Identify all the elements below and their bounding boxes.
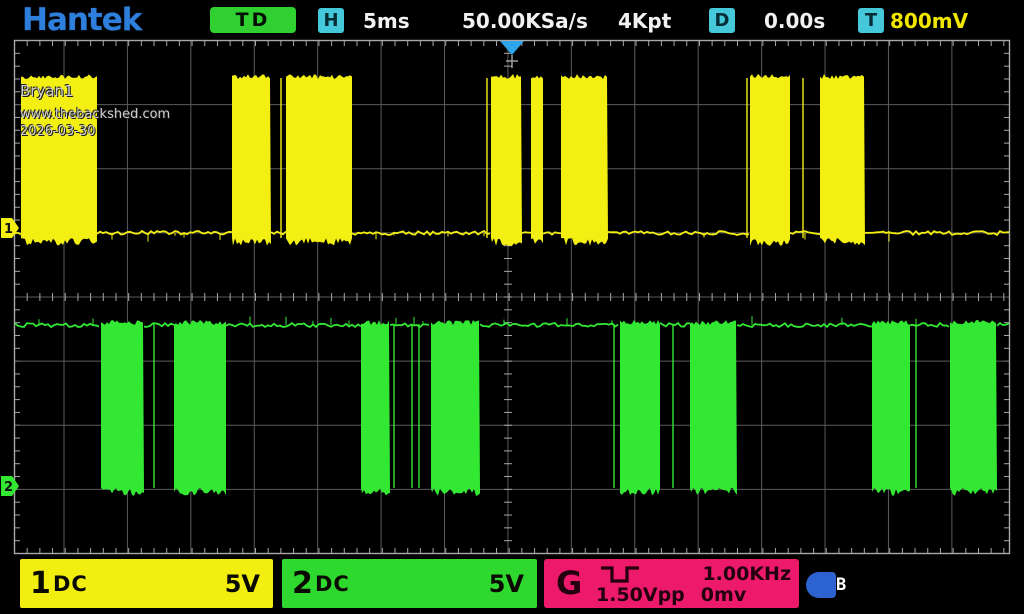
square-wave-icon [598,563,644,585]
bottom-bar: 1 DC 5V 2 DC 5V G 1.00KHz 1.50Vpp 0mv B [0,556,1024,614]
channel2-volts-div: 5V [489,570,524,598]
channel2-number: 2 [292,566,313,601]
generator-label: G [556,564,582,602]
generator-frequency: 1.00KHz [702,563,791,585]
channel2-info-box[interactable]: 2 DC 5V [282,559,537,608]
channel1-volts-div: 5V [225,570,260,598]
generator-amplitude: 1.50Vpp [596,584,685,606]
annotation-date: 2026-03-30 [20,125,170,138]
channel1-coupling: DC [53,572,88,596]
oscilloscope-screen: Hantek TD H 5ms 50.00KSa/s 4Kpt D 0.00s … [0,0,1024,614]
channel2-coupling: DC [315,572,350,596]
svg-text:1: 1 [4,222,13,237]
channel1-info-box[interactable]: 1 DC 5V [20,559,273,608]
generator-info-box[interactable]: G 1.00KHz 1.50Vpp 0mv [544,559,799,608]
annotation-website: www.thebackshed.com [20,108,170,121]
usb-device-letter: B [836,574,846,596]
svg-text:2: 2 [4,480,13,495]
generator-offset: 0mv [701,584,746,606]
usb-device-icon [806,572,836,598]
annotation-user: Bryan1 [20,84,170,99]
trigger-position-marker[interactable] [500,41,524,55]
screen-annotation: Bryan1 www.thebackshed.com 2026-03-30 [20,84,170,138]
channel1-number: 1 [30,566,51,601]
